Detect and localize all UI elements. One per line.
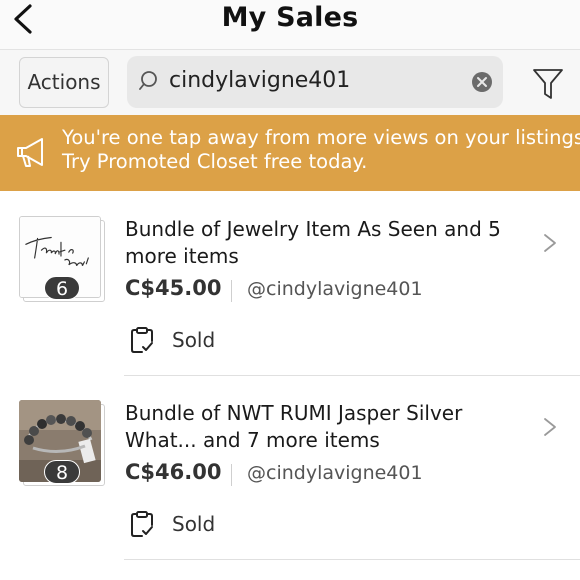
promo-text: You're one tap away from more views on y…: [62, 126, 580, 174]
promo-line-2: Try Promoted Closet free today.: [62, 150, 368, 173]
top-bar: My Sales: [0, 0, 580, 50]
clear-icon[interactable]: [471, 71, 493, 93]
item-count-badge: 6: [44, 276, 80, 300]
item-price: C$45.00: [125, 276, 222, 300]
sale-list-item[interactable]: 6 Bundle of Jewelry Item As Seen and 5 m…: [0, 192, 580, 376]
seller-username[interactable]: @cindylavigne401: [247, 278, 423, 300]
item-count-badge: 8: [44, 460, 80, 484]
divider: [231, 464, 232, 486]
item-title-line-2: more items: [125, 244, 239, 268]
search-value: cindylavigne401: [169, 68, 351, 93]
status-label: Sold: [172, 512, 216, 536]
sale-list-item[interactable]: 8 Bundle of NWT RUMI Jasper Silver What.…: [0, 376, 580, 560]
item-title-line-2: What... and 7 more items: [125, 428, 380, 452]
chevron-right-icon: [544, 418, 556, 436]
search-input[interactable]: cindylavigne401: [127, 56, 503, 108]
actions-button[interactable]: Actions: [19, 57, 109, 108]
chevron-right-icon: [544, 234, 556, 252]
promo-banner[interactable]: You're one tap away from more views on y…: [0, 115, 580, 191]
item-title: Bundle of Jewelry Item As Seen and 5 mor…: [125, 216, 525, 270]
status-label: Sold: [172, 328, 216, 352]
clipboard-check-icon: [131, 511, 153, 537]
list-divider: [124, 559, 580, 560]
divider: [231, 280, 232, 302]
page-title: My Sales: [221, 2, 359, 33]
seller-username[interactable]: @cindylavigne401: [247, 462, 423, 484]
item-title-line-1: Bundle of Jewelry Item As Seen and 5: [125, 217, 501, 241]
clipboard-check-icon: [131, 327, 153, 353]
filter-icon[interactable]: [532, 67, 564, 101]
item-title-line-1: Bundle of NWT RUMI Jasper Silver: [125, 401, 463, 425]
item-price: C$46.00: [125, 460, 222, 484]
promo-line-1: You're one tap away from more views on y…: [62, 126, 580, 149]
toolbar: Actions cindylavigne401: [0, 50, 580, 115]
search-icon: [139, 71, 157, 90]
item-title: Bundle of NWT RUMI Jasper Silver What...…: [125, 400, 525, 454]
megaphone-icon: [17, 138, 43, 167]
